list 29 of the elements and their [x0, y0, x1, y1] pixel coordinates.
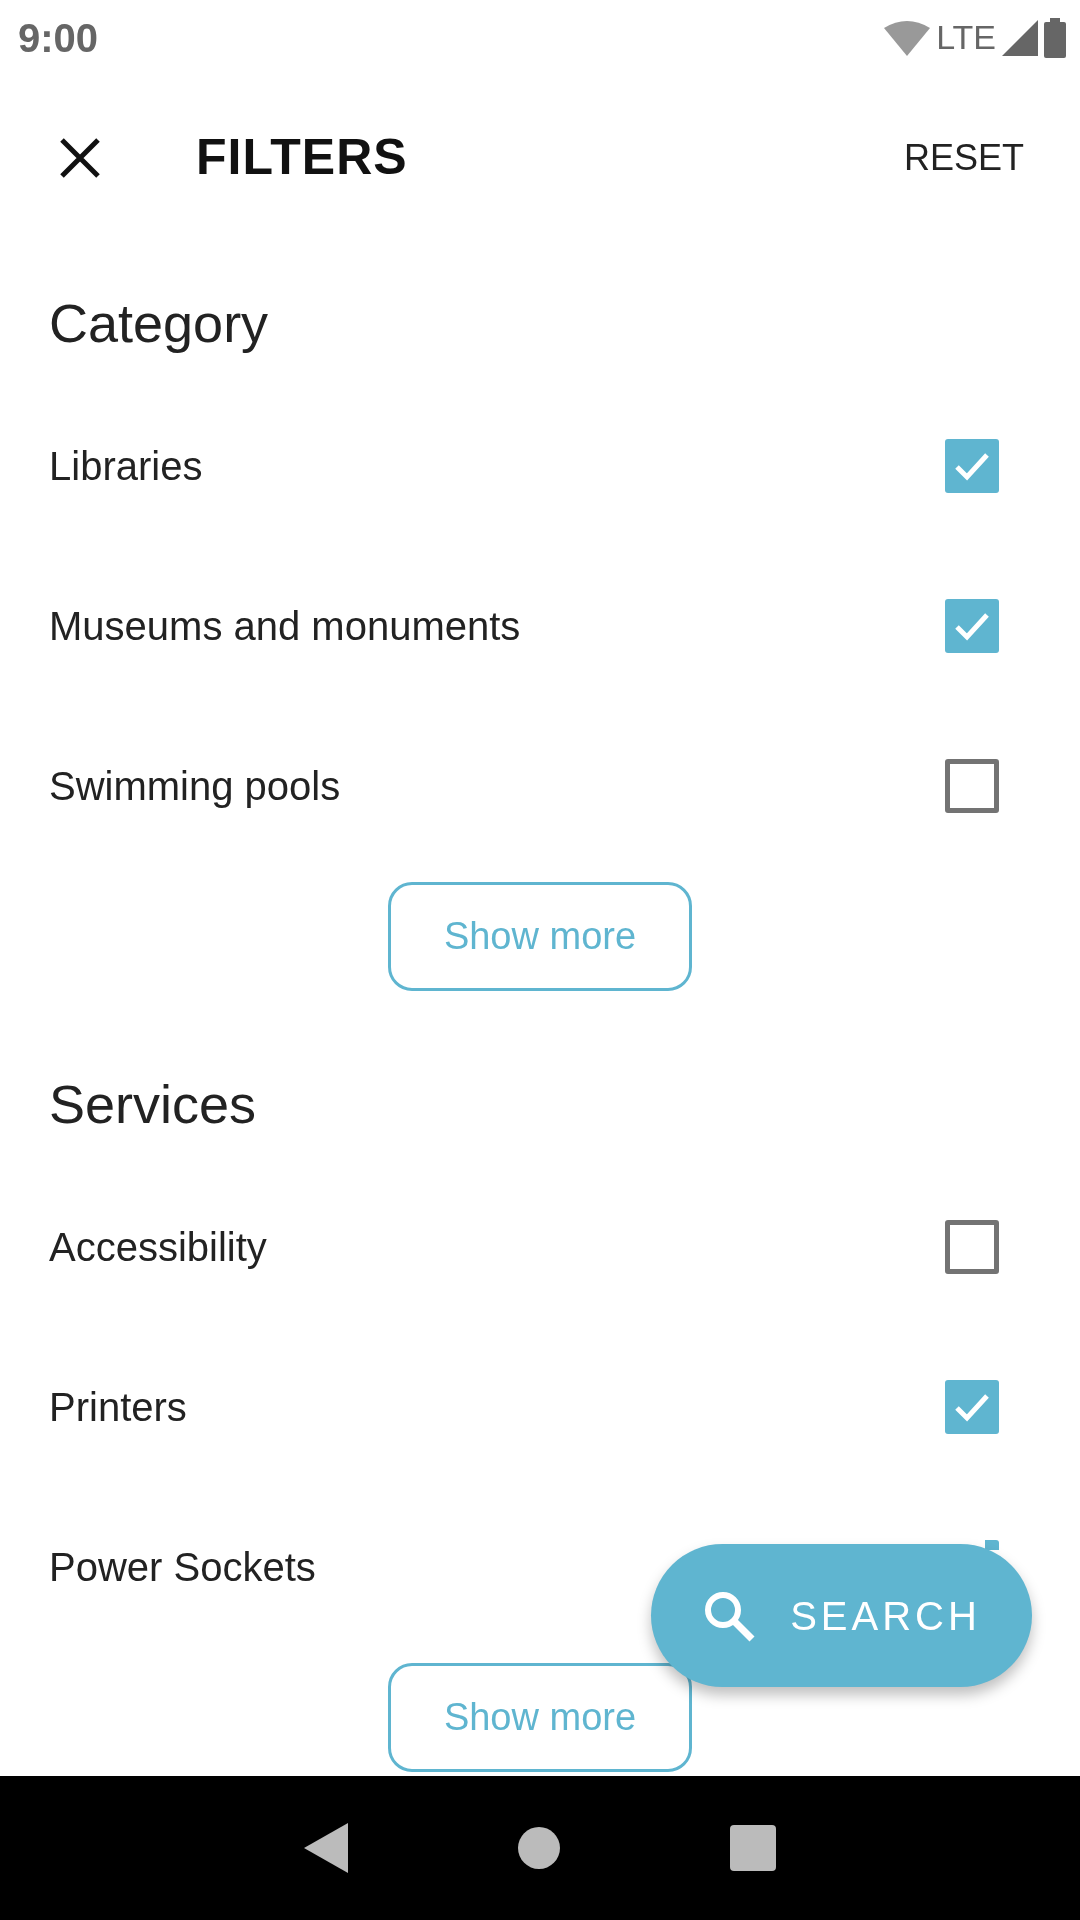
section-heading: Services — [48, 1073, 258, 1136]
network-label: LTE — [936, 17, 996, 58]
reset-button[interactable]: RESET — [887, 122, 1040, 193]
checkbox[interactable] — [945, 1380, 999, 1434]
recents-button[interactable] — [729, 1825, 776, 1871]
show-more-button[interactable]: Show more — [388, 1663, 692, 1772]
show-more-button[interactable]: Show more — [388, 882, 692, 991]
back-button[interactable] — [304, 1823, 349, 1873]
filter-label: Museums and monuments — [49, 603, 521, 650]
status-time: 9:00 — [18, 14, 99, 62]
checkbox[interactable] — [985, 1540, 999, 1550]
home-button[interactable] — [517, 1826, 561, 1870]
signal-icon — [1002, 19, 1038, 56]
close-icon — [58, 135, 102, 180]
close-button[interactable] — [58, 135, 102, 180]
filter-label: Power Sockets — [49, 1544, 316, 1591]
checkbox[interactable] — [945, 759, 999, 813]
search-button[interactable]: SEARCH — [651, 1544, 1032, 1687]
screen-title: FILTERS — [196, 128, 408, 187]
wifi-icon — [884, 19, 931, 56]
checkbox[interactable] — [945, 599, 999, 653]
filter-label: Accessibility — [49, 1224, 267, 1271]
checkbox[interactable] — [945, 1220, 999, 1274]
filter-label: Libraries — [49, 443, 203, 490]
section-heading: Category — [48, 292, 270, 355]
filter-label: Swimming pools — [49, 763, 341, 810]
checkbox[interactable] — [945, 439, 999, 493]
filter-label: Printers — [49, 1384, 187, 1431]
battery-icon — [1044, 17, 1066, 58]
